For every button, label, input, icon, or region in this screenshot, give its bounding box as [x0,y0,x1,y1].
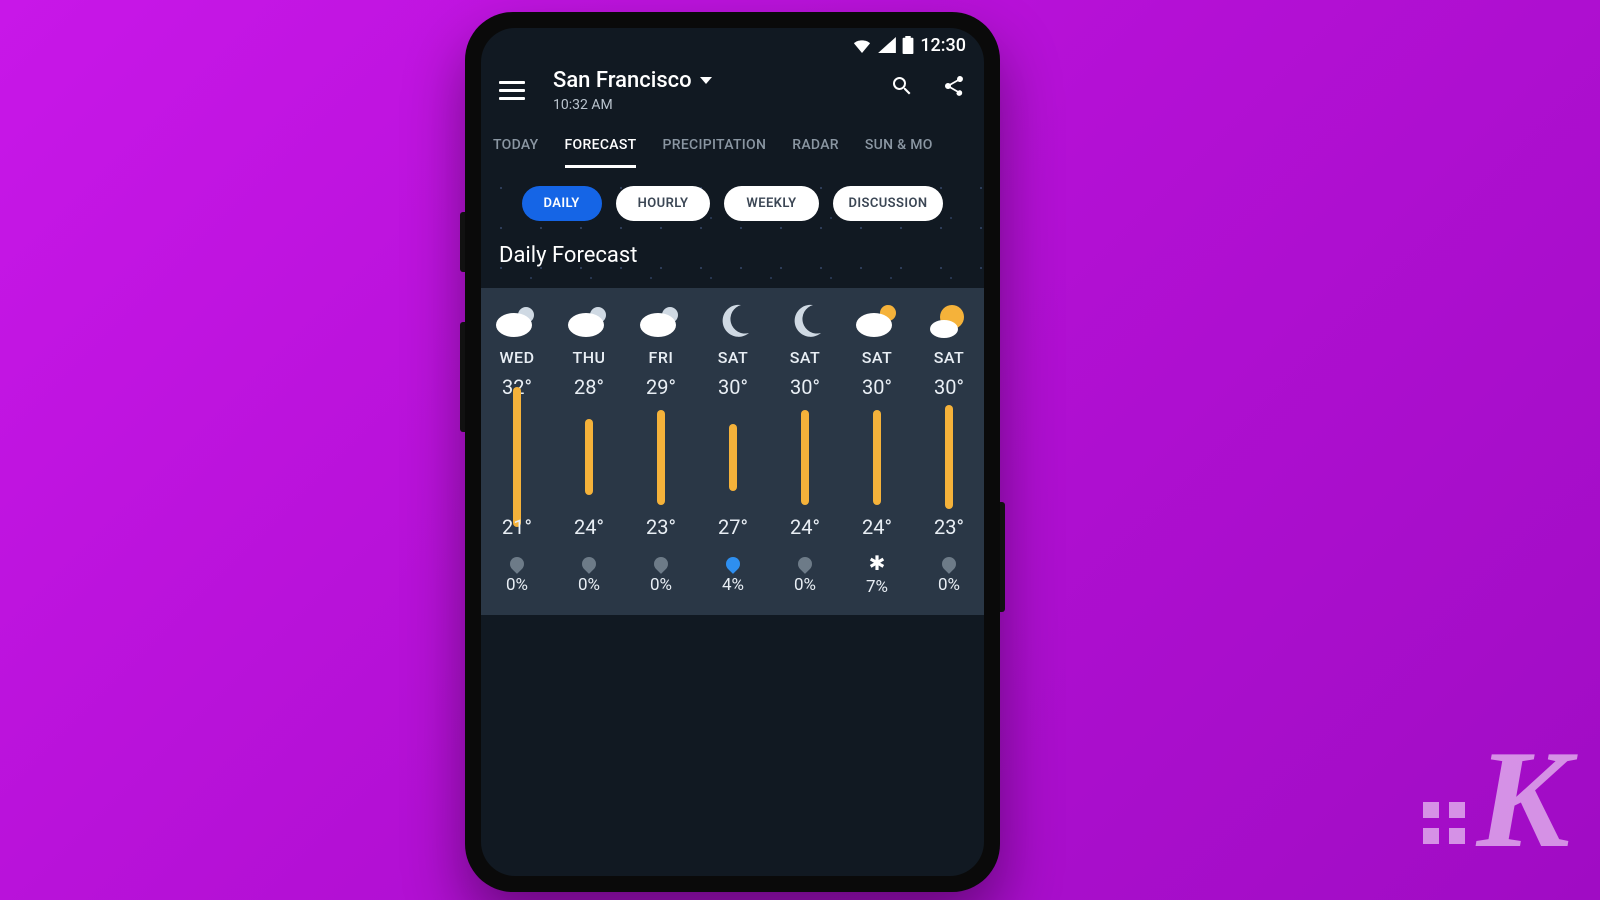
high-temp: 30° [790,375,820,399]
high-temp: 29° [646,375,676,399]
chip-discussion[interactable]: DISCUSSION [833,186,944,221]
low-temp: 21° [502,515,532,539]
chip-weekly[interactable]: WEEKLY [724,186,818,221]
precip-percent: 4% [722,575,744,595]
precip-percent: 0% [578,575,600,595]
raindrop-icon [582,553,596,571]
temp-range-bar [729,407,737,507]
day-name: SAT [934,348,965,367]
day-column[interactable]: SAT 30° 24° ✱ 7% [841,302,913,597]
precip-percent: 7% [866,577,888,597]
low-temp: 24° [574,515,604,539]
section-title: Daily Forecast [493,243,972,268]
chip-row: DAILY HOURLY WEEKLY DISCUSSION [493,186,972,221]
forecast-header-area: DAILY HOURLY WEEKLY DISCUSSION Daily For… [481,168,984,288]
tab-radar[interactable]: RADAR [792,137,839,168]
precip-block: 0% [506,553,528,595]
day-column[interactable]: SAT 30° 27° 4% [697,302,769,597]
low-temp: 23° [646,515,676,539]
temp-range-bar [513,407,521,507]
precip-block: 0% [938,553,960,595]
day-name: SAT [718,348,749,367]
high-temp: 30° [934,375,964,399]
daily-forecast-grid[interactable]: WED32°21°0%THU28°24°0%FRI29°23°0%SAT30°2… [481,288,984,615]
day-column[interactable]: SAT 30° 24° 0% [769,302,841,597]
day-column[interactable]: SAT 30° 23° 0% [913,302,984,597]
raindrop-icon [942,553,956,571]
day-name: WED [499,348,534,367]
snowflake-icon: ✱ [869,553,886,573]
low-temp: 23° [934,515,964,539]
precip-block: 4% [722,553,744,595]
precip-percent: 0% [794,575,816,595]
precip-block: 0% [650,553,672,595]
tab-today[interactable]: TODAY [493,137,539,168]
day-name: SAT [790,348,821,367]
temp-range-bar [873,407,881,507]
chip-hourly[interactable]: HOURLY [616,186,711,221]
phone-frame: 12:30 San Francisco 10:32 AM TODAY FOREC… [465,12,1000,892]
precip-percent: 0% [506,575,528,595]
low-temp: 27° [718,515,748,539]
brand-letter: K [1477,730,1570,870]
local-time: 10:32 AM [553,97,890,113]
app-bar: San Francisco 10:32 AM [481,62,984,123]
high-temp: 30° [862,375,892,399]
weather-icon [710,302,756,340]
location-block: San Francisco 10:32 AM [553,68,890,113]
status-time: 12:30 [920,35,966,56]
screen: 12:30 San Francisco 10:32 AM TODAY FOREC… [481,28,984,876]
chip-daily[interactable]: DAILY [522,186,602,221]
phone-side-button [1000,502,1005,612]
location-name: San Francisco [553,68,692,93]
signal-icon [878,37,896,53]
weather-icon [566,302,612,340]
brand-logo: K [1423,730,1570,870]
weather-icon [782,302,828,340]
menu-button[interactable] [499,74,531,106]
precip-block: 0% [794,553,816,595]
battery-icon [902,36,914,54]
phone-power-button [460,212,465,272]
day-name: FRI [649,348,674,367]
weather-icon [854,302,900,340]
tab-sun-moon[interactable]: SUN & MO [865,137,933,168]
weather-icon [638,302,684,340]
raindrop-icon [726,553,740,571]
share-icon[interactable] [942,74,966,98]
precip-percent: 0% [650,575,672,595]
weather-icon [494,302,540,340]
day-name: THU [572,348,605,367]
low-temp: 24° [862,515,892,539]
tab-forecast[interactable]: FORECAST [565,137,637,168]
weather-icon [926,302,972,340]
phone-volume-button [460,322,465,432]
wifi-icon [852,37,872,53]
precip-percent: 0% [938,575,960,595]
temp-range-bar [945,407,953,507]
low-temp: 24° [790,515,820,539]
raindrop-icon [798,553,812,571]
precip-block: ✱ 7% [866,553,888,597]
temp-range-bar [657,407,665,507]
precip-block: 0% [578,553,600,595]
high-temp: 28° [574,375,604,399]
temp-range-bar [585,407,593,507]
status-bar: 12:30 [481,28,984,62]
location-dropdown[interactable]: San Francisco [553,68,890,93]
tab-bar: TODAY FORECAST PRECIPITATION RADAR SUN &… [481,123,984,168]
day-column[interactable]: WED32°21°0% [481,302,553,597]
high-temp: 30° [718,375,748,399]
day-column[interactable]: THU 28° 24° 0% [553,302,625,597]
raindrop-icon [510,553,524,571]
day-column[interactable]: FRI 29° 23° 0% [625,302,697,597]
tab-precipitation[interactable]: PRECIPITATION [662,137,766,168]
day-name: SAT [862,348,893,367]
raindrop-icon [654,553,668,571]
temp-range-bar [801,407,809,507]
chevron-down-icon [700,77,712,84]
search-icon[interactable] [890,74,914,98]
